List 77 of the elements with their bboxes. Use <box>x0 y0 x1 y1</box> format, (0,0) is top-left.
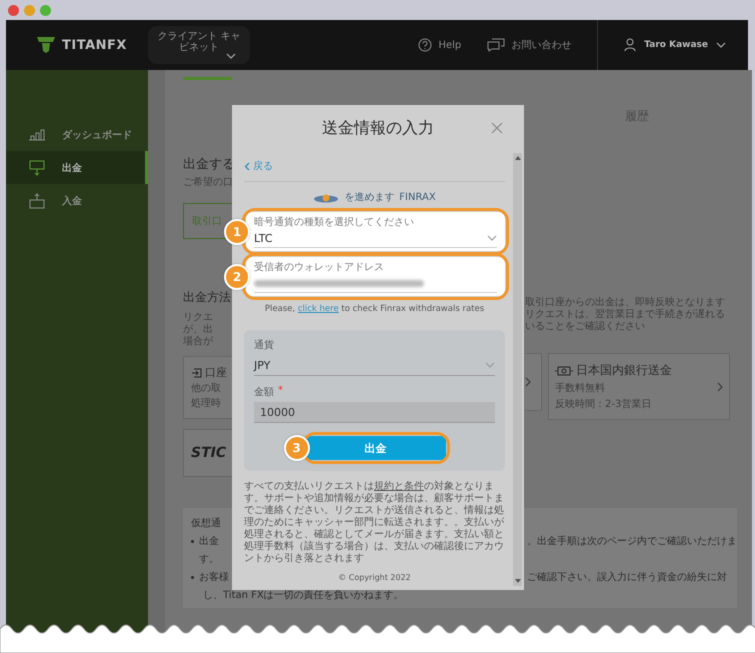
cabinet-menu[interactable]: クライアント キャビネット <box>148 26 250 64</box>
shield-logo-icon <box>36 36 56 54</box>
chevron-down-icon <box>487 235 497 241</box>
close-window-button[interactable] <box>8 4 19 16</box>
method-card[interactable] <box>525 353 542 411</box>
scroll-down-icon[interactable] <box>514 579 520 583</box>
note-text: 取引口座からの出金は、即時反映となります <box>525 297 725 308</box>
scroll-up-icon[interactable] <box>514 156 520 160</box>
help-link[interactable]: Help <box>438 40 462 50</box>
card-text: 手数料無料 <box>555 383 606 395</box>
card-text: 処理時 <box>191 398 222 410</box>
zoom-window-button[interactable] <box>40 4 51 16</box>
chevron-down-icon <box>226 53 236 59</box>
bullet-text: 。出金手順は次のページ内でご確認いただけま <box>527 534 737 548</box>
bar-chart-icon <box>28 128 46 140</box>
help-icon <box>418 38 432 52</box>
terms-link[interactable]: 規約と条件 <box>374 481 424 492</box>
close-button[interactable] <box>490 121 504 135</box>
terms-text: すべての支払いリクエストは規約と条件の対象となります。サポートや追加情報が必要な場合は、顧客サポートまでご連絡ください。リクエストが送信されると、情報は処理のためにキャッシャー部門に転送されます。。支払いが処理されると、確認としてメールが届きます。支払い額と処理手数料（該当する場合）は、支払いの確認後にアカウントから引き落とされます <box>244 481 505 565</box>
currency-select[interactable]: JPY <box>254 355 495 376</box>
chevron-left-icon <box>244 162 250 170</box>
contact-link[interactable]: お問い合わせ <box>511 38 572 52</box>
step-badge: 3 <box>284 435 310 461</box>
transfer-icon <box>191 368 202 378</box>
bullet-text: す。 <box>198 553 220 566</box>
chevron-down-icon <box>716 42 726 48</box>
bullet-icon <box>191 576 194 578</box>
brand-name: STIC <box>191 445 228 461</box>
required-mark: * <box>278 385 283 398</box>
chevron-right-icon <box>717 382 723 392</box>
chevron-down-icon <box>485 362 495 368</box>
tab-indicator <box>183 77 232 80</box>
provider-logo-icon <box>313 192 340 202</box>
card-text: 他の取 <box>191 383 222 395</box>
note-text: いることをご確認ください <box>525 321 646 333</box>
bullet-text: し、Titan FXは一切の責任を負いかねます。 <box>202 589 405 602</box>
minimize-window-button[interactable] <box>24 4 35 16</box>
copyright: © Copyright 2022 <box>337 573 412 582</box>
withdraw-icon <box>28 160 46 176</box>
section-title: 出金方法 <box>183 289 231 306</box>
chevron-right-icon <box>525 377 531 387</box>
dialog-title: 送金情報の入力 <box>321 118 435 138</box>
rates-link[interactable]: click here <box>298 304 339 314</box>
section-hint: ご希望の口 <box>183 177 233 189</box>
chat-icon <box>487 38 506 52</box>
card-title: 口座 <box>205 365 227 380</box>
rates-note: Please, click here to check Finrax withdrawals rates <box>264 303 486 314</box>
info-title: 仮想通 <box>191 516 221 530</box>
bullet-text: お客様 <box>199 570 229 584</box>
sidebar-item[interactable]: 入金 <box>6 184 148 217</box>
card-text: 反映時間：2-3営業日 <box>555 399 652 411</box>
provider-name: FINRAX <box>399 192 436 202</box>
user-name[interactable]: Taro Kawase <box>644 40 708 50</box>
wallet-address-field[interactable]: 受信者のウォレットアドレス <box>246 257 505 296</box>
bullet-text: ご確認下さい。誤入力に伴う資金の紛失に対 <box>527 570 728 584</box>
card-title: 日本国内銀行送金 <box>576 362 672 379</box>
bullet-text: 出金 <box>199 534 219 548</box>
deposit-icon <box>28 192 46 208</box>
bullet-icon <box>191 540 194 542</box>
scrollbar[interactable] <box>513 153 522 586</box>
method-card[interactable]: STIC <box>183 429 233 477</box>
field-label: 通貨 <box>254 338 275 352</box>
currency-select[interactable]: 暗号通貨の種類を選択してください LTC <box>246 212 505 251</box>
back-link[interactable]: 戻る <box>244 151 273 181</box>
sidebar-item[interactable]: ダッシュボード <box>6 118 148 151</box>
withdraw-button[interactable]: 出金 <box>306 436 446 460</box>
provider-text: を進めます <box>344 191 394 204</box>
sidebar-item[interactable]: 出金 <box>6 151 148 184</box>
method-card[interactable]: 口座 他の取 処理時 <box>183 356 233 419</box>
amount-field[interactable]: 10000 <box>254 402 495 423</box>
note-text: が、出 <box>183 324 213 336</box>
logo-text: TITANFX <box>62 38 127 52</box>
note-text: 場合が <box>183 336 213 348</box>
method-card[interactable]: 日本国内銀行送金 手数料無料 反映時間：2-3営業日 <box>548 353 730 420</box>
cash-icon <box>555 366 573 376</box>
field-label: 金額 <box>254 386 274 399</box>
user-icon <box>624 38 636 52</box>
